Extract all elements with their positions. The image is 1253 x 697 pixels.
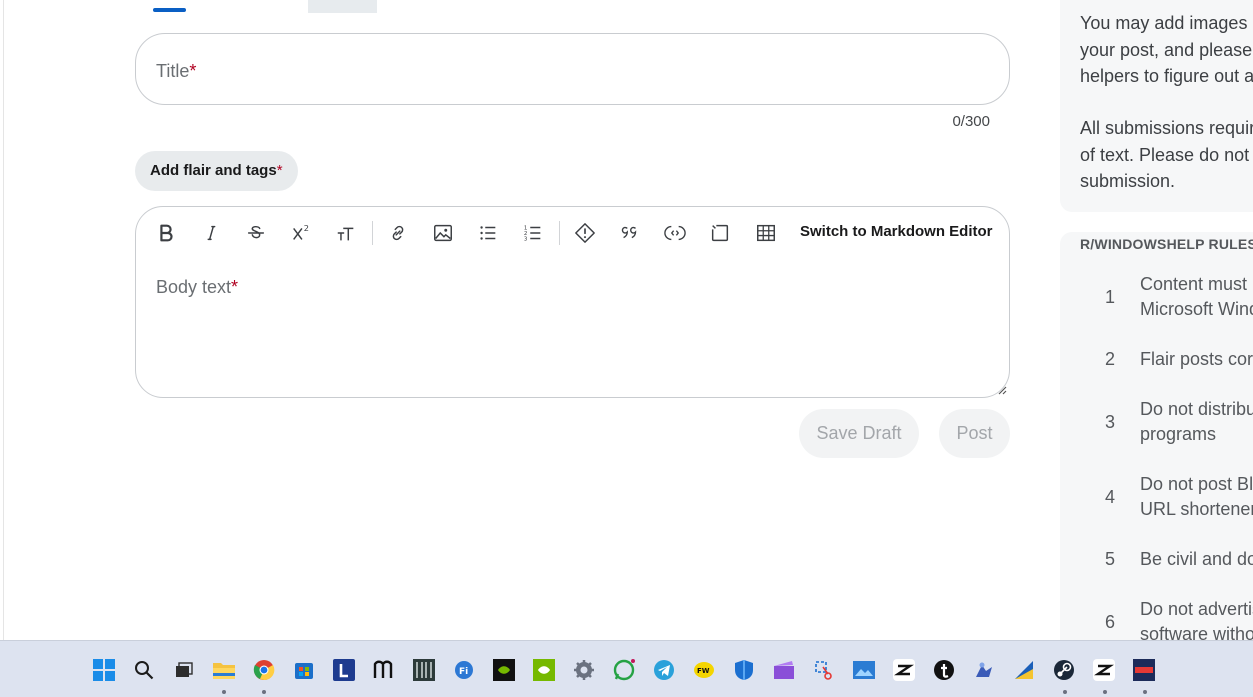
required-mark: * <box>231 277 239 297</box>
heading-icon[interactable] <box>334 221 358 245</box>
rule-number: 4 <box>1105 487 1116 507</box>
rule-number: 1 <box>1105 287 1116 307</box>
rules-title: R/WINDOWSHELP RULES <box>1080 236 1253 252</box>
rule-text: Microsoft Wind <box>1140 299 1253 319</box>
post-button[interactable]: Post <box>939 409 1010 458</box>
running-indicator <box>1103 690 1107 694</box>
title-placeholder: Title* <box>156 61 197 81</box>
chrome-icon[interactable] <box>253 659 275 681</box>
guideline-line: of text. Please do not a <box>1080 144 1253 165</box>
defender-shield-icon[interactable] <box>733 659 755 681</box>
snipping-tool-icon[interactable] <box>813 659 835 681</box>
rule-number: 2 <box>1105 349 1116 369</box>
subreddit-rules-card: R/WINDOWSHELP RULES 1 Content must b Mic… <box>1060 232 1253 652</box>
photos-app-icon[interactable] <box>853 659 875 681</box>
rule-text: Be civil and do <box>1140 549 1253 569</box>
rule-text: Do not post Bl <box>1140 474 1253 494</box>
toolbar-separator <box>559 221 560 245</box>
blue-app-icon[interactable]: Fi <box>453 659 475 681</box>
running-indicator <box>1063 690 1067 694</box>
guideline-line: All submissions require <box>1080 118 1253 138</box>
microsoft-store-icon[interactable] <box>293 659 315 681</box>
italic-icon[interactable] <box>199 221 223 245</box>
nvidia-alt-icon[interactable] <box>533 659 555 681</box>
numbered-list-icon[interactable]: 123 <box>521 221 545 245</box>
posting-guidelines-card: You may add images o your post, and plea… <box>1060 0 1253 212</box>
superscript-icon[interactable]: 2 <box>289 221 313 245</box>
rule-number: 6 <box>1105 612 1116 632</box>
capcut-icon[interactable] <box>893 659 915 681</box>
title-char-count: 0/300 <box>952 113 990 130</box>
guideline-line: You may add images o <box>1080 13 1253 33</box>
tab-hover-area[interactable] <box>308 0 377 13</box>
svg-text:2: 2 <box>304 223 309 233</box>
flair-label: Add flair and tags <box>150 162 277 179</box>
strikethrough-icon[interactable] <box>244 221 268 245</box>
body-editor[interactable]: 2 123 Switch to Markdown Editor Body tex… <box>135 206 1010 398</box>
toolbar-separator <box>372 221 373 245</box>
running-indicator <box>222 690 226 694</box>
rule-text: Do not distribu <box>1140 399 1253 419</box>
search-icon[interactable] <box>133 659 155 681</box>
nvidia-icon[interactable] <box>493 659 515 681</box>
save-draft-button[interactable]: Save Draft <box>799 409 919 458</box>
title-input[interactable]: Title* <box>135 33 1010 105</box>
file-explorer-icon[interactable] <box>213 659 235 681</box>
running-indicator <box>262 690 266 694</box>
image-icon[interactable] <box>431 221 455 245</box>
clapper-app-icon[interactable] <box>773 659 795 681</box>
kite-app-icon[interactable] <box>1013 659 1035 681</box>
svg-text:FW: FW <box>697 667 710 675</box>
quote-icon[interactable] <box>618 221 642 245</box>
ms-app-icon[interactable] <box>1133 659 1155 681</box>
required-mark: * <box>276 162 283 179</box>
guideline-line: your post, and please d <box>1080 39 1253 60</box>
windows-taskbar: Fi FW <box>0 640 1253 697</box>
telegram-icon[interactable] <box>653 659 675 681</box>
rule-text: Content must b <box>1140 274 1253 294</box>
svg-text:Fi: Fi <box>459 667 468 677</box>
code-icon[interactable] <box>663 221 687 245</box>
table-icon[interactable] <box>754 221 778 245</box>
rule-text: programs <box>1140 424 1217 444</box>
notion-like-icon[interactable] <box>373 659 395 681</box>
rule-text: Flair posts corr <box>1140 349 1253 369</box>
bullet-list-icon[interactable] <box>476 221 500 245</box>
whatsapp-icon[interactable] <box>613 659 635 681</box>
guideline-line: submission. <box>1080 171 1176 191</box>
code-block-icon[interactable] <box>708 221 732 245</box>
active-tab-indicator <box>153 8 186 12</box>
l-app-icon[interactable] <box>333 659 355 681</box>
svg-text:3: 3 <box>524 236 528 242</box>
wordpad-app-icon[interactable] <box>973 659 995 681</box>
page-left-border <box>3 0 4 640</box>
resize-handle-icon[interactable] <box>997 385 1007 395</box>
task-view-icon[interactable] <box>173 659 195 681</box>
pinball-app-icon[interactable] <box>413 659 435 681</box>
rule-text: Do not advertis <box>1140 599 1253 619</box>
capcut-alt-icon[interactable] <box>1093 659 1115 681</box>
spoiler-icon[interactable] <box>573 221 597 245</box>
windows-start-icon[interactable] <box>93 659 115 681</box>
running-indicator <box>1143 690 1147 694</box>
tumblr-icon[interactable] <box>933 659 955 681</box>
steam-icon[interactable] <box>1053 659 1075 681</box>
required-mark: * <box>189 61 197 81</box>
link-icon[interactable] <box>386 221 410 245</box>
guideline-line: helpers to figure out a <box>1080 66 1253 86</box>
formatting-toolbar: 2 123 Switch to Markdown Editor <box>136 207 1009 259</box>
bold-icon[interactable] <box>154 221 178 245</box>
fw-app-icon[interactable]: FW <box>693 659 715 681</box>
switch-to-markdown-button[interactable]: Switch to Markdown Editor <box>800 223 993 240</box>
settings-gear-icon[interactable] <box>573 659 595 681</box>
rule-text: URL shorteners <box>1140 499 1253 519</box>
rule-number: 5 <box>1105 549 1116 569</box>
rule-number: 3 <box>1105 412 1116 432</box>
body-placeholder: Body text* <box>156 277 239 297</box>
add-flair-button[interactable]: Add flair and tags* <box>135 151 298 191</box>
